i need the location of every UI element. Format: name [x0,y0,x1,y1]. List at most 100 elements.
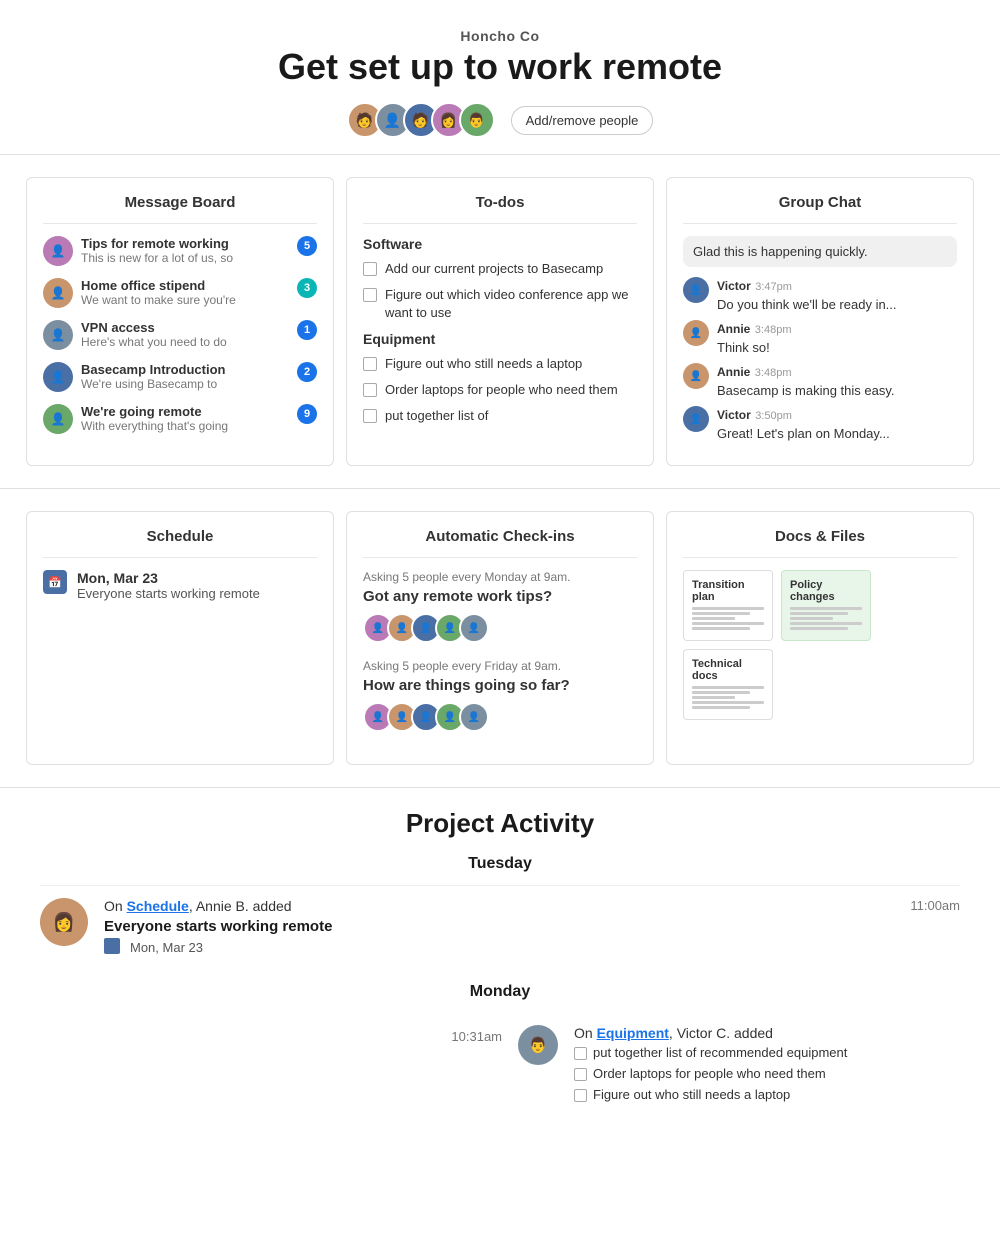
todo-checkbox[interactable] [363,262,377,276]
checkin-item: Asking 5 people every Monday at 9am. Got… [363,570,637,643]
schedule-date: Mon, Mar 23 [77,570,260,586]
msg-content: Tips for remote working This is new for … [81,236,289,265]
chat-right: Annie 3:48pm Basecamp is making this eas… [717,363,957,398]
todo-small-checkbox[interactable] [574,1068,587,1081]
doc-line [790,627,848,630]
chat-message: Do you think we'll be ready in... [717,297,957,312]
page-title: Get set up to work remote [20,46,980,88]
add-remove-people-button[interactable]: Add/remove people [511,106,654,135]
activity-todo-item: Order laptops for people who need them [574,1066,960,1081]
docs-card: Docs & Files Transition plan Policy chan… [666,511,974,765]
page-header: Honcho Co Get set up to work remote 🧑 👤 … [0,0,1000,154]
msg-badge: 1 [297,320,317,340]
doc-line [692,701,764,704]
activity-avatar: 👩 [40,898,88,946]
checkins-title: Automatic Check-ins [363,528,637,558]
activity-link[interactable]: Equipment [597,1025,669,1041]
todo-text: Figure out which video conference app we… [385,286,637,322]
message-board-item[interactable]: 👤 We're going remote With everything tha… [43,404,317,434]
doc-line [692,691,750,694]
doc-card[interactable]: Technical docs [683,649,773,720]
todo-item[interactable]: Order laptops for people who need them [363,381,637,399]
todo-small-text: Figure out who still needs a laptop [593,1087,790,1102]
todo-section-title: Equipment [363,331,637,347]
doc-card[interactable]: Transition plan [683,570,773,641]
docs-title: Docs & Files [683,528,957,558]
people-row: 🧑 👤 🧑 👩 👨 Add/remove people [20,102,980,138]
doc-title: Policy changes [790,579,862,603]
message-board-item[interactable]: 👤 Home office stipend We want to make su… [43,278,317,308]
msg-avatar: 👤 [43,236,73,266]
doc-card[interactable]: Policy changes [781,570,871,641]
activity-section: Project Activity Tuesday 👩 On Schedule, … [0,787,1000,1140]
doc-lines [692,607,764,630]
chat-avatar: 👤 [683,277,709,303]
msg-avatar: 👤 [43,278,73,308]
todo-small-checkbox[interactable] [574,1047,587,1060]
checkin-avatar: 👤 [459,702,489,732]
checkin-item: Asking 5 people every Friday at 9am. How… [363,659,637,732]
msg-title: Tips for remote working [81,236,289,251]
chat-item: 👤 Annie 3:48pm Basecamp is making this e… [683,363,957,398]
activity-event-content: On Schedule, Annie B. added Everyone sta… [104,898,884,955]
docs-grid: Transition plan Policy changes Technical… [683,570,957,720]
checkin-avatars: 👤👤👤👤👤 [363,702,637,732]
schedule-desc: Everyone starts working remote [77,586,260,601]
schedule-card: Schedule 📅 Mon, Mar 23 Everyone starts w… [26,511,334,765]
activity-meta: On Equipment, Victor C. added [574,1025,960,1041]
chat-item: Glad this is happening quickly. [683,236,957,267]
chat-item: 👤 Victor 3:47pm Do you think we'll be re… [683,277,957,312]
todo-checkbox[interactable] [363,383,377,397]
chat-message: Great! Let's plan on Monday... [717,426,957,441]
todo-item[interactable]: put together list of [363,407,637,425]
chat-item: 👤 Victor 3:50pm Great! Let's plan on Mon… [683,406,957,441]
todo-item[interactable]: Figure out which video conference app we… [363,286,637,322]
msg-avatar: 👤 [43,404,73,434]
message-board-item[interactable]: 👤 VPN access Here's what you need to do … [43,320,317,350]
activity-time: 10:31am [442,1025,502,1108]
doc-lines [790,607,862,630]
avatar: 👨 [459,102,495,138]
chat-time: 3:48pm [755,324,792,336]
schedule-list: 📅 Mon, Mar 23 Everyone starts working re… [43,570,317,601]
msg-title: We're going remote [81,404,289,419]
todo-checkbox[interactable] [363,288,377,302]
msg-avatar: 👤 [43,362,73,392]
calendar-icon: 📅 [43,570,67,594]
checkin-question: How are things going so far? [363,677,637,694]
doc-line [790,607,862,610]
activity-time: 11:00am [900,898,960,913]
chat-right: Victor 3:50pm Great! Let's plan on Monda… [717,406,957,441]
todo-checkbox[interactable] [363,357,377,371]
chat-right: Victor 3:47pm Do you think we'll be read… [717,277,957,312]
activity-link[interactable]: Schedule [127,898,189,914]
todo-checkbox[interactable] [363,409,377,423]
todos-card: To-dos Software Add our current projects… [346,177,654,466]
activity-content: Tuesday 👩 On Schedule, Annie B. added Ev… [40,855,960,1120]
msg-badge: 3 [297,278,317,298]
activity-event-content: On Equipment, Victor C. added put togeth… [574,1025,960,1108]
todo-small-checkbox[interactable] [574,1089,587,1102]
todo-text: put together list of [385,407,488,425]
chat-bubble: Glad this is happening quickly. [683,236,957,267]
doc-line [790,622,862,625]
doc-title: Technical docs [692,658,764,682]
msg-title: Home office stipend [81,278,289,293]
message-board-item[interactable]: 👤 Tips for remote working This is new fo… [43,236,317,266]
chat-time: 3:50pm [755,410,792,422]
message-board-item[interactable]: 👤 Basecamp Introduction We're using Base… [43,362,317,392]
activity-day-label: Monday [40,983,960,1001]
schedule-title: Schedule [43,528,317,558]
group-chat-title: Group Chat [683,194,957,224]
msg-content: We're going remote With everything that'… [81,404,289,433]
todo-text: Order laptops for people who need them [385,381,618,399]
msg-preview: We want to make sure you're [81,293,289,307]
todo-text: Figure out who still needs a laptop [385,355,582,373]
todo-item[interactable]: Figure out who still needs a laptop [363,355,637,373]
todo-item[interactable]: Add our current projects to Basecamp [363,260,637,278]
todos-title: To-dos [363,194,637,224]
msg-title: Basecamp Introduction [81,362,289,377]
chat-time: 3:47pm [755,281,792,293]
doc-line [692,706,750,709]
msg-preview: This is new for a lot of us, so [81,251,289,265]
